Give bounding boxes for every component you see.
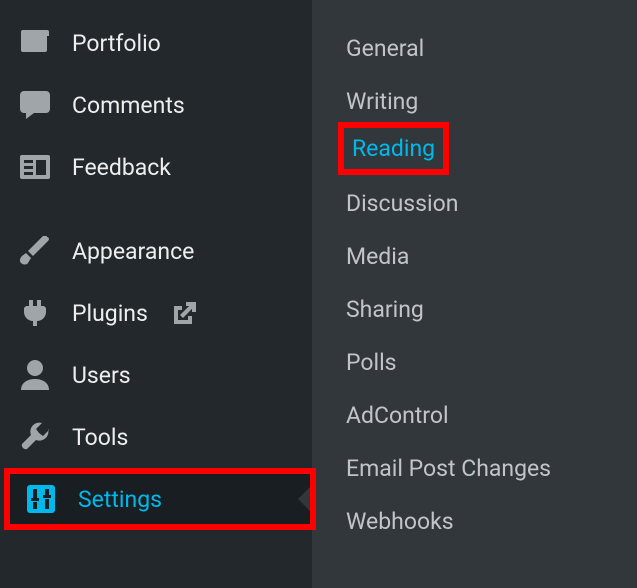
sidebar-item-tools[interactable]: Tools xyxy=(0,406,312,468)
sidebar-item-comments[interactable]: Comments xyxy=(0,74,312,136)
portfolio-icon xyxy=(18,26,52,60)
sidebar-item-label: Appearance xyxy=(72,238,194,265)
submenu-item-adcontrol[interactable]: AdControl xyxy=(340,389,455,442)
external-link-icon xyxy=(172,300,198,326)
sidebar-item-portfolio[interactable]: Portfolio xyxy=(0,12,312,74)
sidebar-item-label: Settings xyxy=(78,486,162,513)
submenu-item-general[interactable]: General xyxy=(340,22,430,75)
submenu-item-reading[interactable]: Reading xyxy=(338,122,449,175)
sidebar-item-label: Comments xyxy=(72,92,185,119)
sidebar-item-label: Tools xyxy=(72,424,128,451)
sidebar-item-label: Users xyxy=(72,362,131,389)
submenu-item-discussion[interactable]: Discussion xyxy=(340,177,464,230)
brush-icon xyxy=(18,234,52,268)
sidebar-item-feedback[interactable]: Feedback xyxy=(0,136,312,198)
submenu-item-polls[interactable]: Polls xyxy=(340,336,403,389)
sidebar-item-users[interactable]: Users xyxy=(0,344,312,406)
sidebar-item-label: Plugins xyxy=(72,300,148,327)
feedback-icon xyxy=(18,150,52,184)
submenu-item-sharing[interactable]: Sharing xyxy=(340,283,430,336)
sliders-icon xyxy=(24,482,58,516)
admin-sidebar: Portfolio Comments Feedback Appearance P… xyxy=(0,0,312,588)
sidebar-item-settings[interactable]: Settings xyxy=(4,468,316,530)
settings-submenu: General Writing Reading Discussion Media… xyxy=(312,0,637,588)
user-icon xyxy=(18,358,52,392)
submenu-item-webhooks[interactable]: Webhooks xyxy=(340,495,460,548)
submenu-item-writing[interactable]: Writing xyxy=(340,75,424,128)
menu-separator xyxy=(0,198,312,220)
sidebar-item-plugins[interactable]: Plugins xyxy=(0,282,312,344)
comment-icon xyxy=(18,88,52,122)
sidebar-item-appearance[interactable]: Appearance xyxy=(0,220,312,282)
sidebar-item-label: Portfolio xyxy=(72,30,161,57)
submenu-item-email-post-changes[interactable]: Email Post Changes xyxy=(340,442,557,495)
submenu-item-media[interactable]: Media xyxy=(340,230,415,283)
wrench-icon xyxy=(18,420,52,454)
sidebar-item-label: Feedback xyxy=(72,154,171,181)
plugin-icon xyxy=(18,296,52,330)
